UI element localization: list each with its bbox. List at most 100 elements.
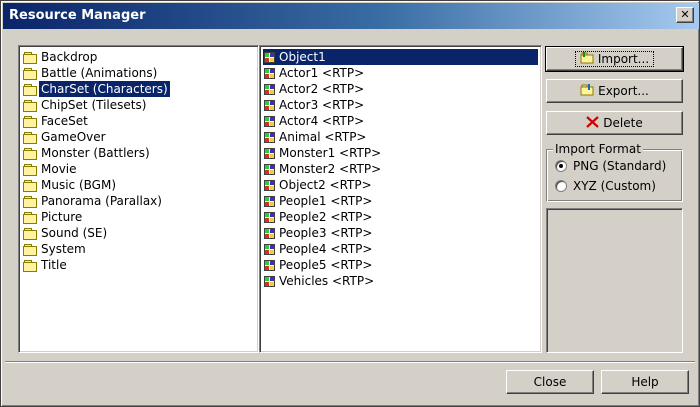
- file-item[interactable]: Actor1 <RTP>: [263, 65, 538, 81]
- file-item[interactable]: Actor3 <RTP>: [263, 97, 538, 113]
- image-file-icon: [264, 115, 275, 127]
- category-item-label: CharSet (Characters): [39, 81, 170, 97]
- category-list-items: Backdrop Battle (Animations) CharSet (Char…: [22, 49, 255, 273]
- category-item[interactable]: Title: [22, 257, 255, 273]
- file-item-label: Monster2 <RTP>: [279, 162, 382, 176]
- folder-icon: [23, 67, 37, 80]
- file-item[interactable]: People1 <RTP>: [263, 193, 538, 209]
- image-file-icon: [264, 99, 275, 111]
- image-file-icon: [264, 83, 275, 95]
- folder-icon: [23, 163, 37, 176]
- category-item-label: Title: [41, 258, 67, 272]
- file-item[interactable]: Actor2 <RTP>: [263, 81, 538, 97]
- file-item[interactable]: Animal <RTP>: [263, 129, 538, 145]
- file-item-label: Vehicles <RTP>: [279, 274, 375, 288]
- category-item[interactable]: Panorama (Parallax): [22, 193, 255, 209]
- file-item[interactable]: People3 <RTP>: [263, 225, 538, 241]
- category-item[interactable]: Sound (SE): [22, 225, 255, 241]
- format-option-png[interactable]: PNG (Standard): [555, 159, 666, 173]
- image-file-icon: [264, 67, 275, 79]
- category-item[interactable]: Backdrop: [22, 49, 255, 65]
- category-item[interactable]: CharSet (Characters): [22, 81, 255, 97]
- file-item-label: Actor3 <RTP>: [279, 98, 365, 112]
- category-item-label: Movie: [41, 162, 77, 176]
- category-item[interactable]: Music (BGM): [22, 177, 255, 193]
- category-item[interactable]: GameOver: [22, 129, 255, 145]
- category-item-label: Picture: [41, 210, 83, 224]
- image-file-icon: [264, 227, 275, 239]
- category-item[interactable]: Picture: [22, 209, 255, 225]
- file-item[interactable]: People2 <RTP>: [263, 209, 538, 225]
- category-list[interactable]: Backdrop Battle (Animations) CharSet (Char…: [18, 45, 259, 353]
- xyz-radio[interactable]: [555, 180, 567, 192]
- category-item[interactable]: FaceSet: [22, 113, 255, 129]
- file-item[interactable]: Actor4 <RTP>: [263, 113, 538, 129]
- category-item[interactable]: System: [22, 241, 255, 257]
- close-window-button[interactable]: ✕: [676, 7, 694, 23]
- export-button[interactable]: Export...: [546, 79, 683, 103]
- file-item-label: Actor4 <RTP>: [279, 114, 365, 128]
- preview-panel: [546, 208, 683, 353]
- close-button-label: Close: [533, 375, 567, 389]
- file-item-label: Actor2 <RTP>: [279, 82, 365, 96]
- import-format-group: Import Format PNG (Standard) XYZ (Custom…: [546, 142, 683, 202]
- file-item[interactable]: People4 <RTP>: [263, 241, 538, 257]
- category-item[interactable]: Movie: [22, 161, 255, 177]
- category-item[interactable]: Monster (Battlers): [22, 145, 255, 161]
- folder-icon: [23, 227, 37, 240]
- folder-icon: [23, 195, 37, 208]
- file-item-label: People2 <RTP>: [279, 210, 373, 224]
- category-item[interactable]: ChipSet (Tilesets): [22, 97, 255, 113]
- format-option-xyz[interactable]: XYZ (Custom): [555, 179, 656, 193]
- file-item[interactable]: Object2 <RTP>: [263, 177, 538, 193]
- import-button[interactable]: Import...: [545, 46, 684, 72]
- image-file-icon: [264, 131, 275, 143]
- category-item-label: Panorama (Parallax): [41, 194, 162, 208]
- category-item-label: Monster (Battlers): [41, 146, 150, 160]
- file-list-items: Object1 Actor1 <RTP> Actor2 <RTP> Actor3 <R…: [263, 49, 538, 289]
- folder-icon: [23, 211, 37, 224]
- category-item-label: Battle (Animations): [41, 66, 158, 80]
- file-item[interactable]: Vehicles <RTP>: [263, 273, 538, 289]
- red-x-delete-icon: [586, 116, 600, 130]
- png-radio[interactable]: [555, 160, 567, 172]
- title-bar[interactable]: Resource Manager ✕: [3, 3, 699, 29]
- folder-icon: [23, 259, 37, 272]
- image-file-icon: [264, 259, 275, 271]
- file-item-label: Monster1 <RTP>: [279, 146, 382, 160]
- resource-manager-window: Resource Manager ✕ Backdrop Battle (Anima…: [0, 0, 700, 407]
- folder-icon: [23, 51, 37, 64]
- file-item[interactable]: Monster1 <RTP>: [263, 145, 538, 161]
- help-button[interactable]: Help: [601, 370, 689, 394]
- folder-import-icon: [580, 52, 594, 66]
- image-file-icon: [264, 51, 275, 63]
- delete-button[interactable]: Delete: [546, 111, 683, 135]
- category-item-label: Sound (SE): [41, 226, 108, 240]
- file-item-label: People4 <RTP>: [279, 242, 373, 256]
- file-item-label: Actor1 <RTP>: [279, 66, 365, 80]
- folder-icon: [23, 179, 37, 192]
- category-item[interactable]: Battle (Animations): [22, 65, 255, 81]
- image-file-icon: [264, 243, 275, 255]
- category-item-label: ChipSet (Tilesets): [41, 98, 147, 112]
- image-file-icon: [264, 179, 275, 191]
- file-list[interactable]: Object1 Actor1 <RTP> Actor2 <RTP> Actor3 <R…: [259, 45, 542, 353]
- file-item[interactable]: Monster2 <RTP>: [263, 161, 538, 177]
- export-button-label: Export...: [598, 84, 649, 98]
- folder-icon: [23, 99, 37, 112]
- category-item-label: Backdrop: [41, 50, 98, 64]
- file-item-label: Object2 <RTP>: [279, 178, 372, 192]
- close-button[interactable]: Close: [506, 370, 594, 394]
- folder-icon: [23, 115, 37, 128]
- folder-icon: [23, 243, 37, 256]
- window-title: Resource Manager: [9, 8, 146, 23]
- file-item-label: People1 <RTP>: [279, 194, 373, 208]
- xyz-radio-label: XYZ (Custom): [573, 179, 656, 193]
- file-item[interactable]: People5 <RTP>: [263, 257, 538, 273]
- folder-export-icon: [580, 84, 594, 98]
- file-item[interactable]: Object1: [263, 49, 538, 65]
- folder-icon: [23, 131, 37, 144]
- image-file-icon: [264, 211, 275, 223]
- category-item-label: GameOver: [41, 130, 106, 144]
- folder-icon: [23, 147, 37, 160]
